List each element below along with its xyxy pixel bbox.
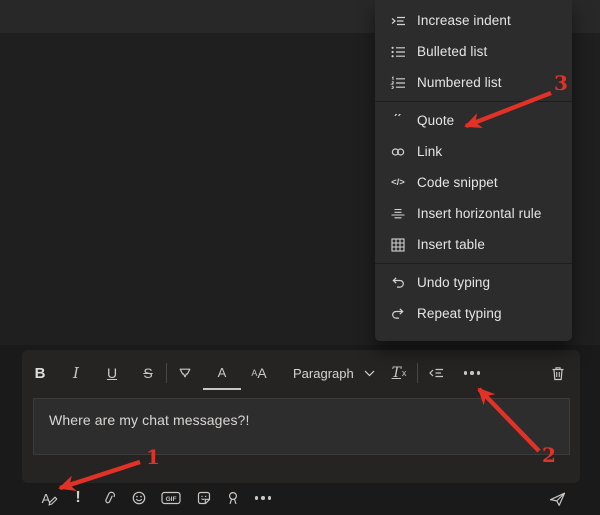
font-size-button[interactable]: AA [241, 357, 277, 389]
sticker-button[interactable] [191, 485, 217, 511]
bold-button[interactable]: B [22, 357, 58, 389]
italic-icon: I [73, 364, 79, 382]
increase-indent-icon [389, 13, 407, 29]
delete-draft-button[interactable] [540, 357, 576, 389]
praise-button[interactable] [220, 485, 246, 511]
compose-panel: B I U S A AA Paragraph Tx [22, 350, 580, 483]
decrease-indent-button[interactable] [418, 357, 454, 389]
highlighter-icon [177, 365, 193, 381]
trash-icon [550, 365, 566, 382]
decrease-indent-icon [428, 365, 444, 381]
menu-item-insert-table[interactable]: Insert table [375, 229, 572, 260]
clear-formatting-button[interactable]: Tx [381, 357, 417, 389]
underline-button[interactable]: U [94, 357, 130, 389]
undo-icon [389, 275, 407, 291]
importance-icon: ! [75, 489, 80, 507]
menu-item-bulleted-list[interactable]: Bulleted list [375, 36, 572, 67]
menu-item-label: Quote [417, 113, 454, 128]
menu-item-label: Repeat typing [417, 306, 502, 321]
menu-item-label: Numbered list [417, 75, 502, 90]
gif-button[interactable]: GIF [158, 485, 184, 511]
font-color-icon: A [218, 366, 227, 379]
message-text: Where are my chat messages?! [34, 399, 569, 428]
redo-icon [389, 306, 407, 322]
paragraph-label: Paragraph [293, 366, 354, 381]
menu-divider [375, 101, 572, 102]
teams-compose-screenshot: B I U S A AA Paragraph Tx [0, 0, 600, 515]
menu-item-repeat-typing[interactable]: Repeat typing [375, 298, 572, 329]
sticker-icon [196, 490, 212, 506]
paperclip-icon [101, 490, 118, 507]
message-input[interactable]: Where are my chat messages?! [33, 398, 570, 455]
underline-icon: U [107, 365, 117, 381]
format-toolbar: B I U S A AA Paragraph Tx [22, 350, 580, 396]
bold-icon: B [35, 365, 46, 382]
compose-action-bar: A ! GIF [0, 485, 600, 513]
format-icon: A [42, 491, 51, 506]
more-options-icon [464, 371, 481, 375]
menu-item-code-snippet[interactable]: </> Code snippet [375, 167, 572, 198]
menu-item-label: Undo typing [417, 275, 490, 290]
chevron-down-icon [364, 370, 375, 377]
more-actions-button[interactable] [250, 485, 276, 511]
menu-item-label: Code snippet [417, 175, 498, 190]
paragraph-style-dropdown[interactable]: Paragraph [277, 357, 381, 389]
clear-formatting-icon: T [392, 365, 401, 381]
formatting-context-menu: Increase indent Bulleted list Numbered l… [375, 0, 572, 341]
horizontal-rule-icon [389, 206, 407, 222]
bulleted-list-icon [389, 44, 407, 60]
italic-button[interactable]: I [58, 357, 94, 389]
menu-item-undo-typing[interactable]: Undo typing [375, 267, 572, 298]
menu-item-link[interactable]: Link [375, 136, 572, 167]
highlight-button[interactable] [167, 357, 203, 389]
menu-divider [375, 263, 572, 264]
menu-item-label: Bulleted list [417, 44, 487, 59]
attach-file-button[interactable] [96, 485, 122, 511]
menu-item-increase-indent[interactable]: Increase indent [375, 5, 572, 36]
emoji-button[interactable] [126, 485, 152, 511]
menu-item-label: Increase indent [417, 13, 511, 28]
menu-item-label: Link [417, 144, 442, 159]
praise-medal-icon [225, 490, 241, 506]
more-formatting-button[interactable] [454, 357, 490, 389]
strikethrough-icon: S [143, 365, 152, 381]
font-color-button[interactable]: A [203, 356, 241, 390]
emoji-smiley-icon [131, 490, 147, 506]
send-button[interactable] [543, 486, 571, 512]
menu-item-quote[interactable]: ” Quote [375, 105, 572, 136]
send-icon [548, 490, 567, 508]
quote-icon: ” [389, 113, 407, 129]
menu-item-insert-horizontal-rule[interactable]: Insert horizontal rule [375, 198, 572, 229]
insert-table-icon [389, 237, 407, 253]
link-icon [389, 144, 407, 160]
menu-item-label: Insert horizontal rule [417, 206, 542, 221]
strikethrough-button[interactable]: S [130, 357, 166, 389]
menu-item-label: Insert table [417, 237, 485, 252]
svg-text:GIF: GIF [166, 496, 177, 503]
menu-item-numbered-list[interactable]: Numbered list [375, 67, 572, 98]
set-importance-button[interactable]: ! [65, 485, 91, 511]
format-button[interactable]: A [33, 485, 59, 511]
gif-icon: GIF [161, 490, 181, 506]
more-options-icon [255, 496, 272, 500]
code-snippet-icon: </> [389, 175, 407, 191]
numbered-list-icon [389, 75, 407, 91]
